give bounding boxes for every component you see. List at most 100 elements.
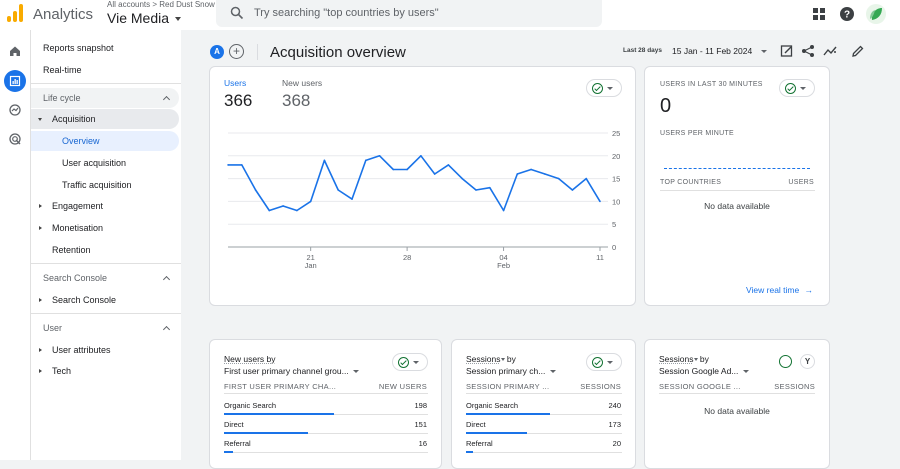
data-point [544, 173, 546, 175]
view-realtime-link[interactable]: View real time → [746, 285, 813, 295]
dimension-selector[interactable]: Session Google Ad... [659, 366, 749, 376]
nav-retention[interactable]: Retention [31, 240, 179, 260]
column-header: SESSION GOOGLE ... [659, 382, 741, 391]
date-range-text: 15 Jan - 11 Feb 2024 [672, 46, 753, 56]
chevron-down-icon [693, 358, 698, 362]
data-point [378, 155, 381, 157]
nav-section-user[interactable]: User [31, 318, 179, 338]
sessions-title[interactable]: Sessions by [466, 354, 516, 364]
nav-divider [31, 83, 181, 84]
customize-report-icon[interactable] [780, 44, 794, 58]
edit-icon[interactable] [851, 44, 865, 58]
data-point [337, 189, 340, 191]
table-row-label: Organic Search [224, 401, 277, 410]
dimension-selector[interactable]: Session primary ch... [466, 366, 556, 376]
chevron-up-icon [162, 275, 171, 284]
dimension-label: First user primary channel grou... [224, 366, 349, 376]
comparison-toggle[interactable] [392, 353, 428, 371]
nav-acquisition[interactable]: Acquisition [31, 109, 179, 129]
users-value: 366 [224, 91, 253, 110]
x-tick-sublabel: Feb [497, 261, 510, 270]
nav-user-acquisition[interactable]: User acquisition [31, 153, 179, 173]
nav-divider [31, 313, 181, 314]
row-bar [466, 413, 551, 415]
nav-label: Retention [52, 245, 91, 255]
date-range-picker[interactable]: 15 Jan - 11 Feb 2024 [672, 46, 767, 56]
nav-reports-snapshot[interactable]: Reports snapshot [31, 38, 179, 58]
nav-monetisation[interactable]: Monetisation [31, 218, 179, 238]
y-tick-label: 10 [612, 197, 620, 206]
reports-icon[interactable] [4, 70, 26, 92]
nav-section-lifecycle[interactable]: Life cycle [31, 88, 179, 108]
data-point [433, 173, 436, 175]
nav-tech[interactable]: Tech [31, 361, 179, 381]
table-row-label: Organic Search [466, 401, 519, 410]
chevron-up-icon [162, 95, 171, 104]
data-point [309, 200, 312, 203]
data-point [585, 177, 588, 180]
check-circle-icon [398, 357, 409, 368]
data-point [420, 155, 422, 157]
comparison-toggle[interactable] [586, 353, 622, 371]
data-point [599, 200, 601, 203]
users-chart-card: Users 366 New users 368 25 20 15 10 5 0 21 Jan 2… [209, 66, 636, 306]
table-row-value: 151 [414, 420, 427, 429]
table-row-value: 16 [418, 439, 427, 448]
x-tick-label: 28 [403, 253, 411, 262]
sessions-title[interactable]: Sessions by [659, 354, 709, 364]
users-column-header: USERS [788, 179, 814, 186]
check-circle-icon[interactable] [779, 355, 792, 368]
nav-search-console[interactable]: Search Console [31, 290, 179, 310]
new-users-value: 368 [282, 91, 311, 110]
reports-nav: Reports snapshot Real-time Life cycle Ac… [31, 30, 181, 460]
home-icon[interactable] [4, 40, 26, 62]
search-bar[interactable]: Try searching "top countries by users" [216, 0, 602, 27]
nav-overview[interactable]: Overview [31, 131, 179, 151]
add-comparison-button[interactable]: + [229, 44, 244, 59]
nav-label: Acquisition [52, 114, 96, 124]
caret-right-icon [39, 369, 42, 373]
table-divider [660, 190, 815, 191]
table-row-value: 20 [612, 439, 621, 448]
table-row-label: Direct [466, 420, 486, 429]
comparison-badge[interactable]: A [210, 45, 224, 59]
page-header: A + Acquisition overview Last 28 days 15… [196, 36, 886, 68]
dimension-selector[interactable]: First user primary channel grou... [224, 366, 360, 376]
share-icon[interactable] [801, 44, 815, 58]
comparison-toggle[interactable] [586, 79, 622, 97]
apps-grid-icon[interactable] [811, 6, 827, 22]
insights-icon[interactable] [823, 44, 837, 58]
caret-right-icon [39, 204, 42, 208]
chevron-down-icon [742, 370, 749, 374]
y-tick-label: 25 [612, 129, 620, 138]
new-users-tab-label[interactable]: New users [282, 78, 322, 88]
table-row-label: Referral [224, 439, 251, 448]
date-preset-label[interactable]: Last 28 days [623, 47, 662, 54]
account-breadcrumb[interactable]: All accounts > Red Dust Snow [107, 0, 215, 9]
nav-traffic-acquisition[interactable]: Traffic acquisition [31, 175, 179, 195]
row-bar [224, 413, 335, 415]
users-tab-label[interactable]: Users [224, 78, 246, 88]
table-row-value: 198 [414, 401, 427, 410]
advertising-icon[interactable] [4, 128, 26, 150]
analytics-logo-icon[interactable] [7, 4, 23, 22]
nav-label: Overview [62, 136, 100, 146]
account-selector[interactable]: Vie Media [107, 10, 181, 26]
data-point [447, 164, 450, 166]
help-icon[interactable]: ? [839, 6, 855, 22]
users-series-line [228, 154, 601, 212]
nav-engagement[interactable]: Engagement [31, 196, 179, 216]
data-point [268, 209, 271, 212]
nav-label: Tech [52, 366, 72, 376]
search-placeholder: Try searching "top countries by users" [254, 7, 439, 19]
filter-icon[interactable]: Y [800, 354, 815, 369]
new-users-title[interactable]: New users by [224, 354, 276, 364]
check-circle-icon [785, 83, 796, 94]
nav-realtime[interactable]: Real-time [31, 60, 179, 80]
avatar[interactable] [866, 4, 886, 24]
y-tick-label: 15 [612, 175, 620, 184]
nav-section-search-console[interactable]: Search Console [31, 268, 179, 288]
nav-user-attributes[interactable]: User attributes [31, 340, 179, 360]
comparison-toggle[interactable] [779, 79, 815, 97]
explore-icon[interactable] [4, 99, 26, 121]
